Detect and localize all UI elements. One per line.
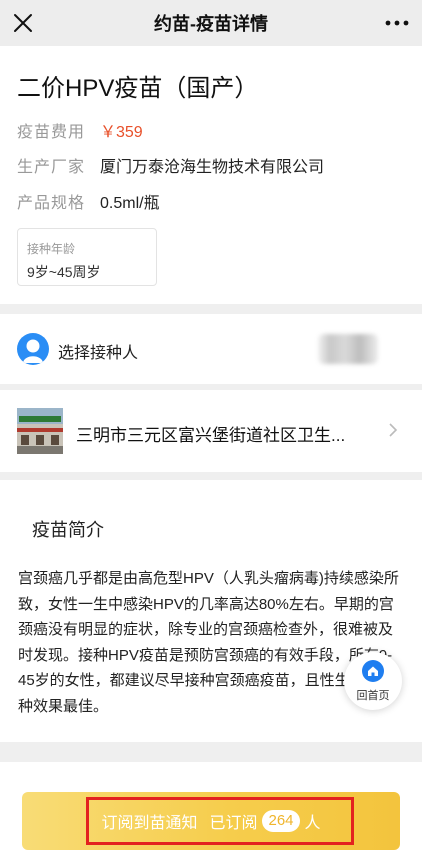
spec-value: 0.5ml/瓶: [100, 195, 160, 212]
age-box: 接种年龄 9岁~45周岁: [17, 228, 157, 286]
fee-row: 疫苗费用 ￥359: [17, 118, 143, 142]
close-icon[interactable]: [10, 10, 36, 36]
page-title: 约苗-疫苗详情: [154, 14, 268, 34]
fee-label: 疫苗费用: [17, 124, 86, 141]
age-label: 接种年龄: [27, 242, 76, 256]
fee-value: ￥359: [100, 124, 143, 141]
chevron-right-icon: [389, 423, 398, 437]
more-icon[interactable]: [382, 10, 412, 36]
spec-row: 产品规格 0.5ml/瓶: [17, 189, 160, 213]
vaccine-info-card: 二价HPV疫苗（国产） 疫苗费用 ￥359 生产厂家 厦门万泰沧海生物技术有限公…: [0, 46, 422, 304]
maker-row: 生产厂家 厦门万泰沧海生物技术有限公司: [17, 153, 324, 177]
spec-label: 产品规格: [17, 195, 86, 212]
home-button[interactable]: 回首页: [344, 652, 402, 710]
highlight-box: [86, 797, 354, 845]
maker-value: 厦门万泰沧海生物技术有限公司: [100, 159, 325, 176]
clinic-name: 三明市三元区富兴堡街道社区卫生...: [76, 426, 346, 445]
intro-body: 宫颈癌几乎都是由高危型HPV（人乳头瘤病毒)持续感染所致，女性一生中感染HPV的…: [18, 570, 399, 715]
top-bar: 约苗-疫苗详情: [0, 0, 422, 46]
person-avatar-icon: [17, 333, 49, 365]
maker-label: 生产厂家: [17, 159, 86, 176]
intro-heading: 疫苗简介: [32, 520, 104, 540]
clinic-photo: [17, 408, 63, 454]
blurred-person-value: [318, 334, 378, 364]
select-person-row[interactable]: 选择接种人: [0, 314, 422, 384]
vaccine-title: 二价HPV疫苗（国产）: [17, 75, 259, 102]
home-icon: [362, 660, 384, 682]
age-value: 9岁~45周岁: [27, 264, 101, 280]
select-person-label: 选择接种人: [58, 345, 139, 362]
clinic-row[interactable]: 三明市三元区富兴堡街道社区卫生...: [0, 390, 422, 472]
home-label: 回首页: [356, 690, 390, 702]
